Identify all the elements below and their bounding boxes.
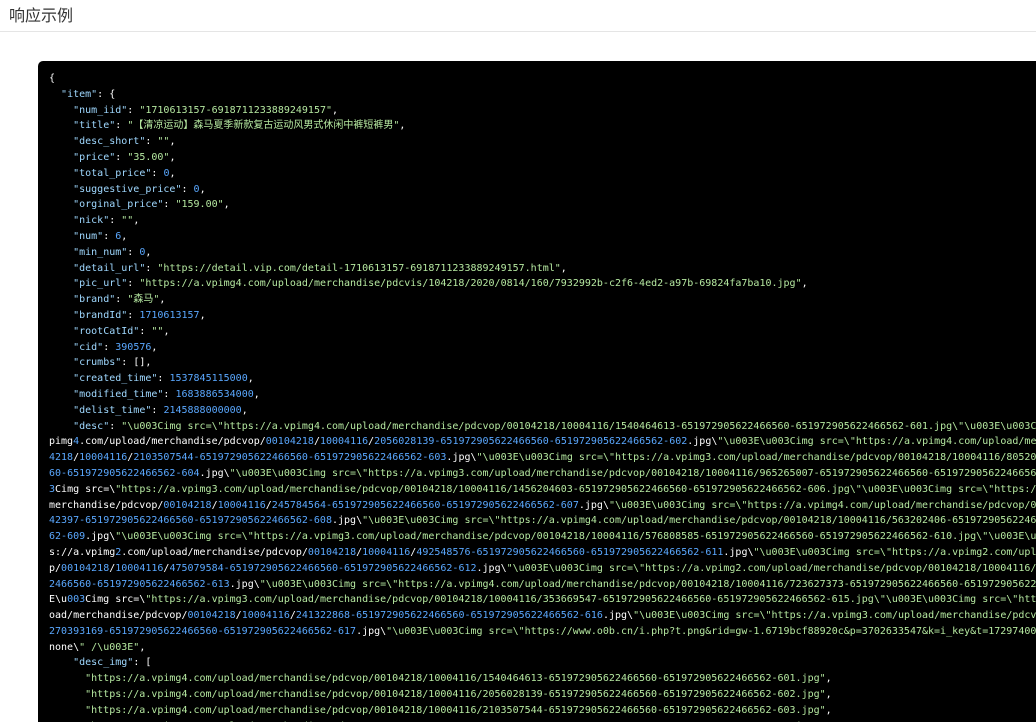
code-line: "min_num": 0,	[73, 246, 152, 258]
code-line: "https://a.vpimg4.com/upload/merchandise…	[85, 673, 832, 685]
code-line: "suggestive_price": 0,	[73, 183, 206, 195]
code-line: 62-609.jpg\"\u003E\u003Cimg src=\"https:…	[49, 531, 1036, 543]
code-line: "modified_time": 1683886534000,	[73, 388, 260, 400]
code-line: p/00104218/10004116/475079584-6519729056…	[49, 562, 1036, 574]
code-line: "delist_time": 2145888000000,	[73, 404, 248, 416]
json-code-text: { "item": { "num_iid": "1710613157-69187…	[49, 71, 1036, 722]
section-title: 响应示例	[9, 6, 74, 25]
code-line: 60-651972905622466562-604.jpg\"\u003E\u0…	[49, 467, 1036, 479]
code-line: 270393169-651972905622466560-65197290562…	[49, 625, 1036, 637]
section-header: 响应示例	[0, 0, 1036, 32]
code-line: "brandId": 1710613157,	[73, 309, 206, 321]
code-line: "detail_url": "https://detail.vip.com/de…	[73, 262, 567, 274]
code-line: "crumbs": [],	[73, 357, 152, 369]
code-line: 2466560-651972905622466562-613.jpg\"\u00…	[49, 578, 1036, 590]
code-line: none\" /\u003E",	[49, 641, 146, 653]
code-line: "price": "35.00",	[73, 151, 176, 163]
code-line: "orginal_price": "159.00",	[73, 199, 230, 211]
code-line: "rootCatId": "",	[73, 325, 170, 337]
code-line: "https://a.vpimg4.com/upload/merchandise…	[85, 689, 832, 701]
response-example-panel: 响应示例 { "item": { "num_iid": "1710613157-…	[0, 0, 1036, 722]
code-line: "brand": "森马",	[73, 294, 166, 306]
code-line: "num_iid": "1710613157-69187112338892491…	[73, 104, 339, 116]
code-line: "pic_url": "https://a.vpimg4.com/upload/…	[73, 278, 808, 290]
code-line: pimg4.com/upload/merchandise/pdcvop/0010…	[49, 436, 1036, 448]
code-line: "desc": "\u003Cimg src=\"https://a.vpimg…	[73, 420, 1036, 432]
code-line: "title": "【清凉运动】森马夏季新款复古运动风男式休闲中裤短裤男",	[73, 120, 406, 132]
json-code-block[interactable]: { "item": { "num_iid": "1710613157-69187…	[38, 61, 1036, 722]
code-line: 42397-651972905622466560-651972905622466…	[49, 515, 1036, 527]
code-line: "total_price": 0,	[73, 167, 176, 179]
code-line: 4218/10004116/2103507544-651972905622466…	[49, 452, 1036, 464]
code-line: "nick": "",	[73, 215, 140, 227]
code-line: "created_time": 1537845115000,	[73, 373, 254, 385]
code-line: {	[49, 73, 56, 84]
code-line: merchandise/pdcvop/00104218/10004116/245…	[49, 499, 1036, 511]
code-line: "https://a.vpimg4.com/upload/merchandise…	[85, 704, 832, 716]
code-line: s://a.vpimg2.com/upload/merchandise/pdcv…	[49, 546, 1036, 558]
code-line: "item": {	[61, 88, 116, 100]
code-line: 3Cimg src=\"https://a.vpimg3.com/upload/…	[49, 483, 1036, 495]
code-line: "num": 6,	[73, 230, 128, 242]
code-line: oad/merchandise/pdcvop/00104218/10004116…	[49, 610, 1036, 622]
code-line: "desc_img": [	[73, 657, 152, 669]
code-line: "cid": 390576,	[73, 341, 158, 353]
code-line: E\u003Cimg src=\"https://a.vpimg3.com/up…	[49, 594, 1036, 606]
code-line: "desc_short": "",	[73, 136, 176, 148]
